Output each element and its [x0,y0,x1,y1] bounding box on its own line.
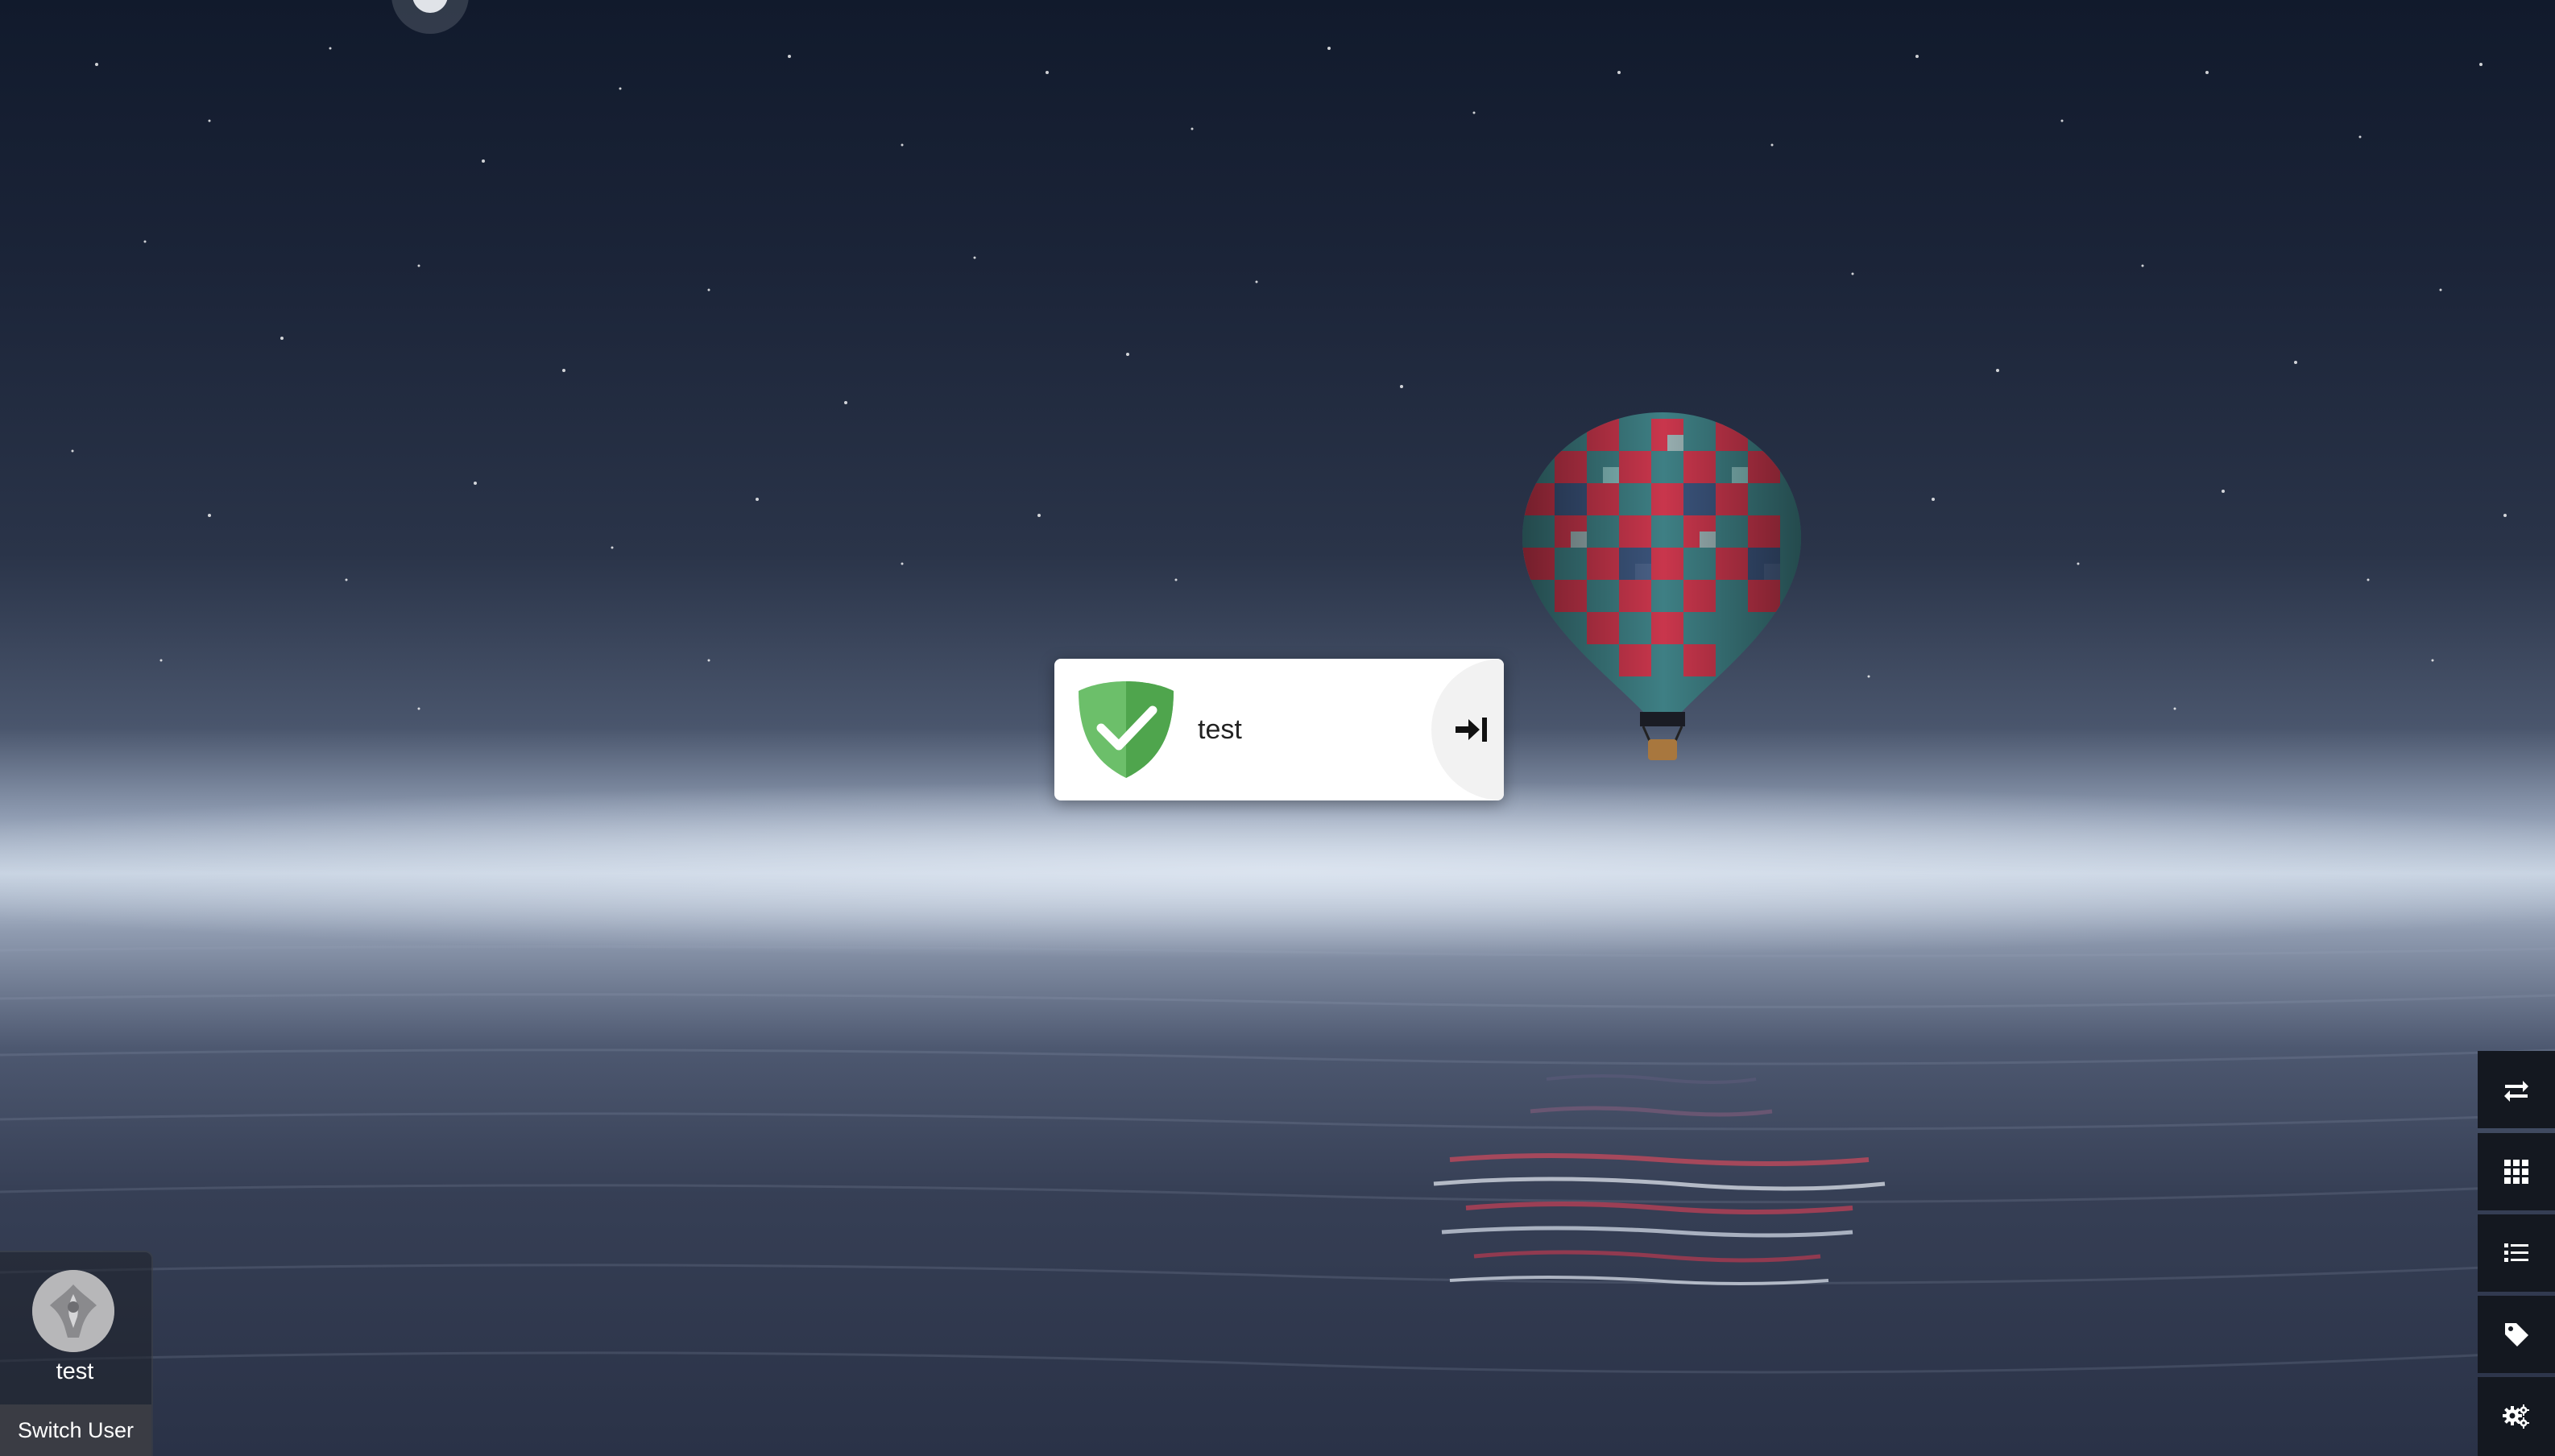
grid-view-button[interactable] [2478,1133,2555,1210]
user-login-tile[interactable]: test [1054,659,1504,800]
list-view-button[interactable] [2478,1214,2555,1292]
user-avatar-icon[interactable] [32,1270,114,1352]
switch-user-button[interactable]: Switch User [0,1404,151,1456]
switch-view-button[interactable] [2478,1051,2555,1128]
tag-icon [2505,1323,2528,1346]
desktop-background: test test Switch User [0,0,2555,1456]
login-enter-button[interactable] [1431,659,1504,800]
current-user-name: test [56,1359,94,1384]
shield-check-icon [1079,681,1174,778]
gears-icon [2503,1404,2529,1429]
hot-air-balloon [1522,412,1801,760]
tile-username: test [1198,714,1242,745]
list-icon [2504,1243,2528,1262]
exchange-icon [2504,1081,2528,1102]
tags-button[interactable] [2478,1296,2555,1373]
grid-icon [2504,1160,2528,1184]
arrow-to-right-icon [1456,718,1487,742]
settings-button[interactable] [2478,1377,2555,1456]
right-toolbar [2478,1051,2555,1456]
current-user-panel: test Switch User [0,1251,153,1456]
